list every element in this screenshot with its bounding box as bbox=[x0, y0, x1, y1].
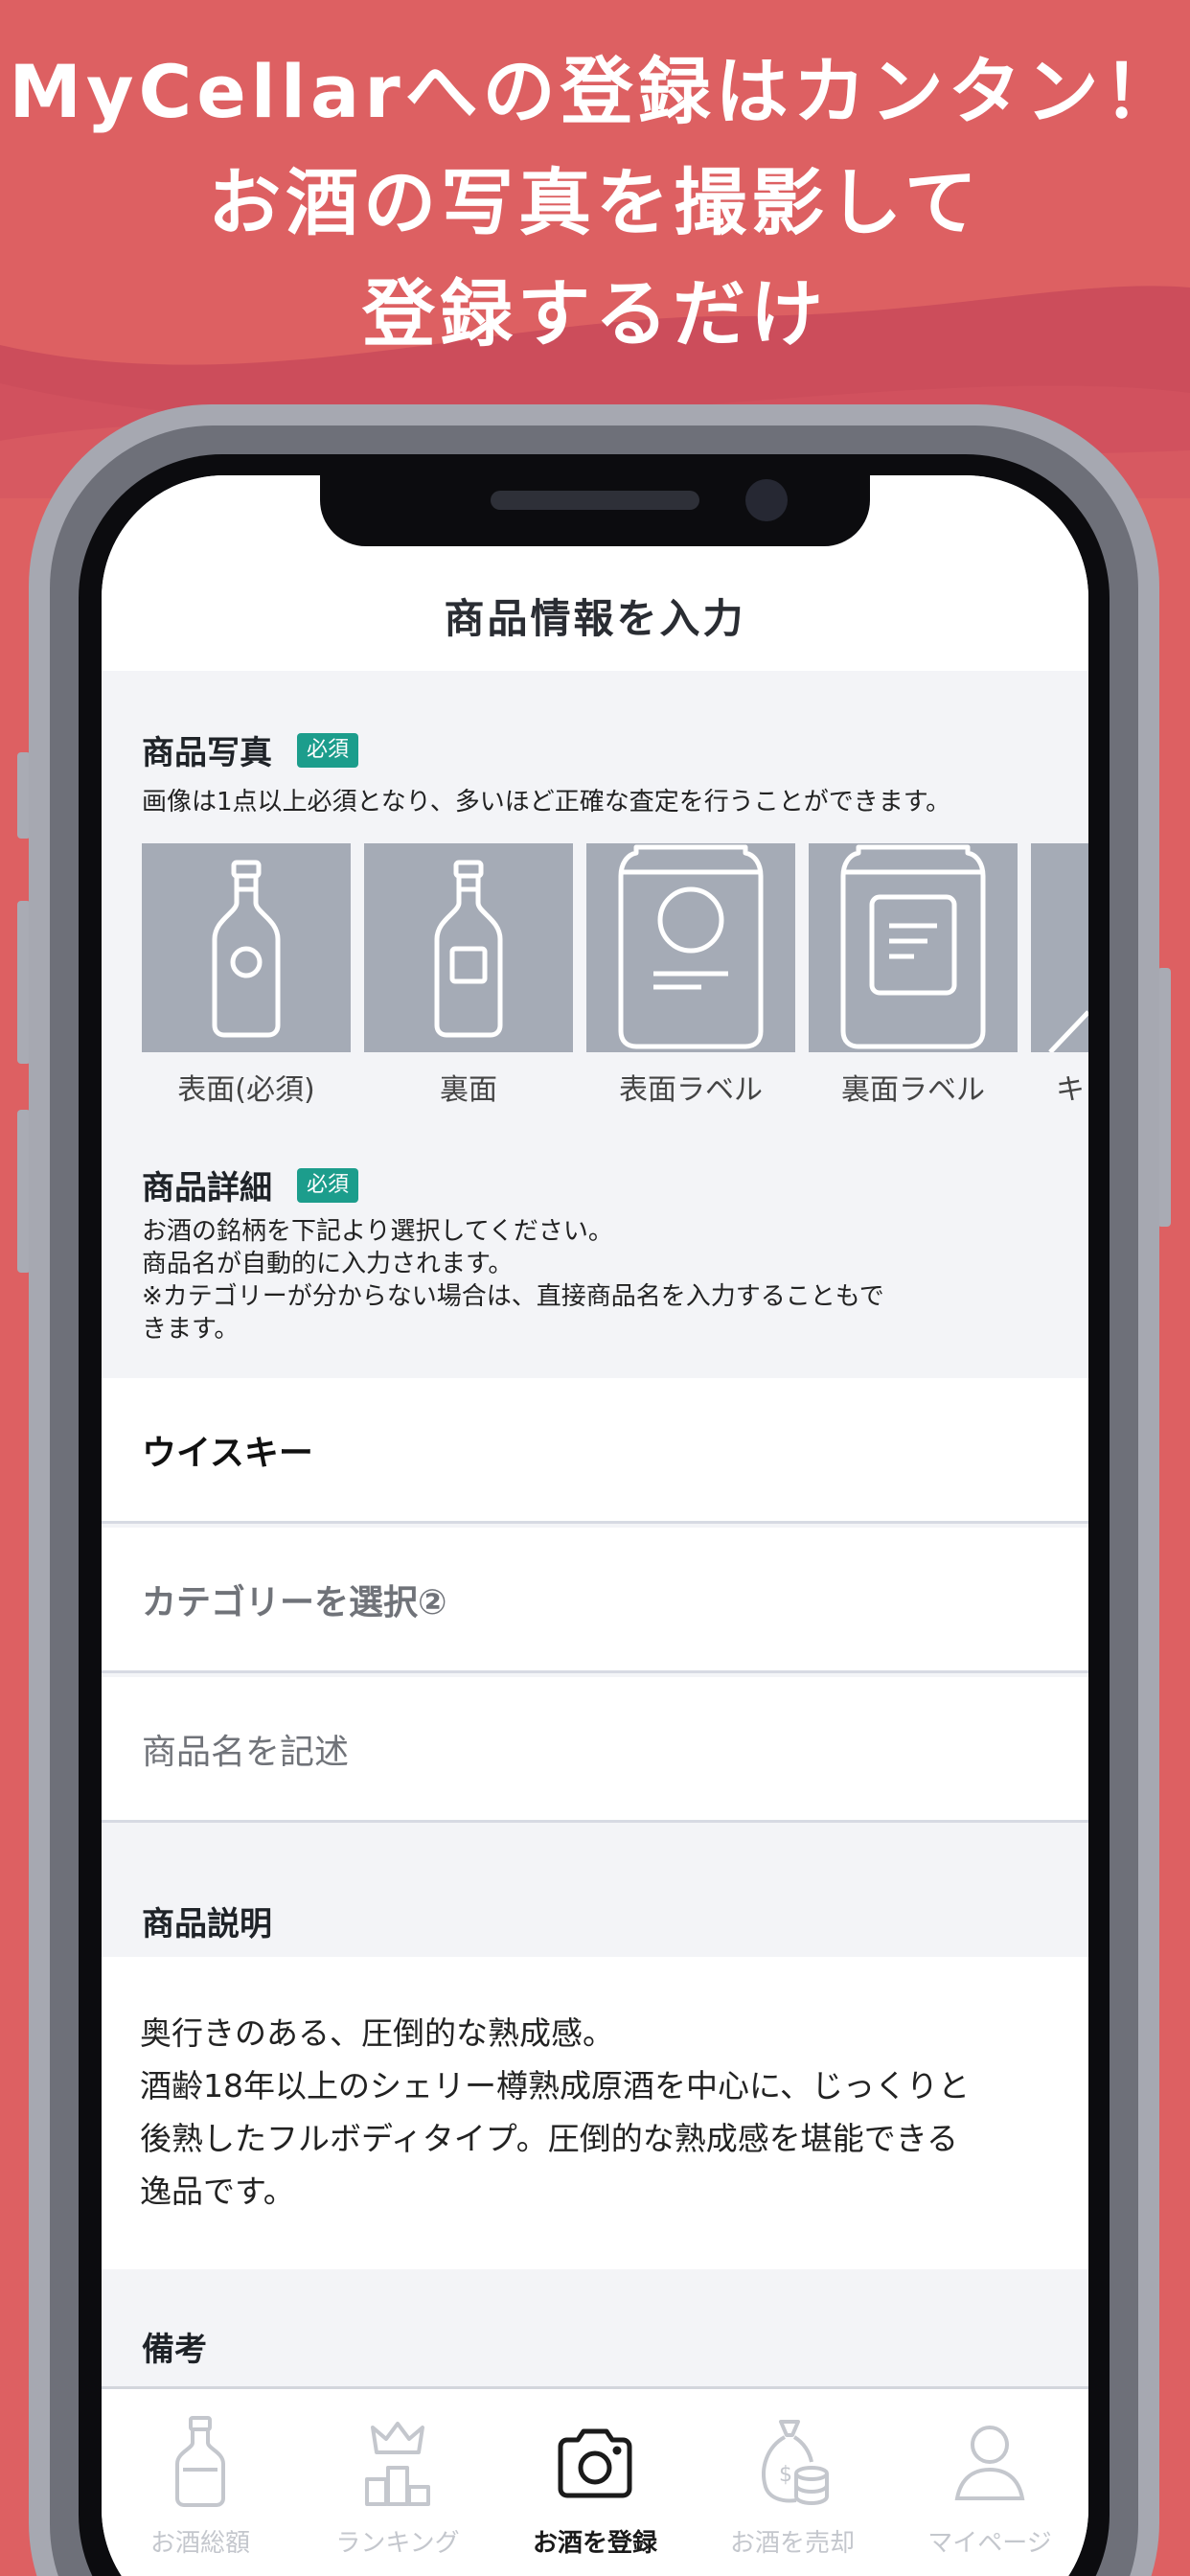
headline-line-2: お酒の写真を撮影して bbox=[208, 160, 982, 245]
photo-tile-back-label[interactable] bbox=[809, 843, 1018, 1052]
details-note-line: ※カテゴリーが分からない場合は、直接商品名を入力することもで bbox=[142, 1282, 884, 1311]
svg-text:$: $ bbox=[779, 2463, 792, 2487]
photos-title-text: 商品写真 bbox=[142, 734, 272, 772]
description-line: 酒齢18年以上のシェリー樽熟成原酒を中心に、じっくりと bbox=[140, 2067, 971, 2104]
description-line: 後熟したフルボディタイプ。圧倒的な熟成感を堪能できる bbox=[140, 2120, 959, 2157]
details-note: お酒の銘柄を下記より選択してください。 商品名が自動的に入力されます。 ※カテゴ… bbox=[142, 1215, 1062, 1346]
photo-label-cap: キ bbox=[1056, 1073, 1085, 1107]
tab-label: お酒総額 bbox=[149, 2529, 250, 2558]
photo-tile-front[interactable] bbox=[142, 843, 351, 1052]
subcategory-placeholder: カテゴリーを選択② bbox=[142, 1582, 447, 1622]
front-camera bbox=[745, 479, 788, 521]
tab-label: ランキング bbox=[335, 2529, 460, 2558]
details-note-line: きます。 bbox=[142, 1315, 240, 1344]
bottle-icon bbox=[175, 2416, 225, 2507]
money-bag-icon: $ bbox=[762, 2420, 829, 2505]
label-back-icon bbox=[840, 844, 986, 1049]
details-title-text: 商品詳細 bbox=[142, 1169, 272, 1208]
photo-tile-back[interactable] bbox=[364, 843, 573, 1052]
tab-label: お酒を売却 bbox=[729, 2529, 855, 2558]
label-front-icon bbox=[618, 844, 764, 1049]
tab-mypage[interactable]: マイページ bbox=[891, 2389, 1088, 2576]
required-badge: 必須 bbox=[297, 732, 359, 768]
required-badge: 必須 bbox=[297, 1167, 359, 1203]
tab-register[interactable]: お酒を登録 bbox=[496, 2389, 694, 2576]
tab-label: マイページ bbox=[927, 2529, 1052, 2558]
photo-label-front-label: 表面ラベル bbox=[619, 1073, 763, 1107]
photo-label-back-label: 裏面ラベル bbox=[841, 1073, 985, 1107]
photo-tile-front-label[interactable] bbox=[586, 843, 795, 1052]
description-section-title: 商品説明 bbox=[142, 1898, 272, 1944]
person-icon bbox=[954, 2426, 1025, 2500]
camera-icon bbox=[558, 2428, 632, 2498]
bottle-back-icon bbox=[434, 860, 503, 1038]
product-name-placeholder: 商品名を記述 bbox=[142, 1732, 350, 1772]
tab-ranking[interactable]: ランキング bbox=[299, 2389, 496, 2576]
tab-sell[interactable]: $ お酒を売却 bbox=[694, 2389, 891, 2576]
photos-note: 画像は1点以上必須となり、多いほど正確な査定を行うことができます。 bbox=[142, 788, 951, 816]
bottom-tab-bar: お酒総額 ランキング お酒を登録 $ お酒を売却 マイページ bbox=[102, 2386, 1088, 2576]
photo-label-front: 表面(必須) bbox=[177, 1073, 315, 1107]
category-value: ウイスキー bbox=[142, 1433, 313, 1473]
remarks-title-text: 備考 bbox=[142, 2331, 207, 2369]
photo-tile-cap[interactable] bbox=[1031, 843, 1088, 1054]
tab-total[interactable]: お酒総額 bbox=[102, 2389, 299, 2576]
category-select[interactable]: ウイスキー bbox=[102, 1378, 1088, 1524]
photos-section-title: 商品写真 必須 bbox=[142, 726, 359, 773]
description-line: 逸品です。 bbox=[140, 2173, 295, 2210]
phone-screen: 商品情報を入力 商品写真 必須 画像は1点以上必須となり、多いほど正確な査定を行… bbox=[102, 475, 1088, 2576]
tab-label: お酒を登録 bbox=[532, 2529, 657, 2558]
cap-icon bbox=[1048, 1010, 1088, 1054]
phone-power-button bbox=[1157, 968, 1171, 1227]
phone-notch bbox=[320, 475, 870, 546]
headline-line-3: 登録するだけ bbox=[362, 271, 828, 356]
photo-tiles-row[interactable]: 表面(必須) 裏面 表面ラベル 裏面ラベル キ bbox=[142, 843, 1088, 1107]
details-section-title: 商品詳細 必須 bbox=[142, 1162, 359, 1208]
details-note-line: お酒の銘柄を下記より選択してください。 bbox=[142, 1217, 613, 1246]
remarks-section-title: 備考 bbox=[142, 2323, 207, 2370]
description-line: 奥行きのある、圧倒的な熟成感。 bbox=[140, 2014, 614, 2052]
product-name-input[interactable]: 商品名を記述 bbox=[102, 1677, 1088, 1823]
description-title-text: 商品説明 bbox=[142, 1905, 272, 1944]
speaker-grille bbox=[491, 491, 699, 510]
description-textarea[interactable]: 奥行きのある、圧倒的な熟成感。 酒齢18年以上のシェリー樽熟成原酒を中心に、じっ… bbox=[102, 1957, 1088, 2269]
crown-podium-icon bbox=[365, 2422, 430, 2506]
subcategory-select[interactable]: カテゴリーを選択② bbox=[102, 1528, 1088, 1673]
details-note-line: 商品名が自動的に入力されます。 bbox=[142, 1250, 514, 1278]
headline-line-1: MyCellarへの登録はカンタン！ bbox=[9, 49, 1181, 134]
bottle-front-icon bbox=[212, 860, 281, 1038]
photo-label-back: 裏面 bbox=[440, 1073, 497, 1107]
promo-headline: MyCellarへの登録はカンタン！ お酒の写真を撮影して 登録するだけ bbox=[0, 36, 1190, 370]
